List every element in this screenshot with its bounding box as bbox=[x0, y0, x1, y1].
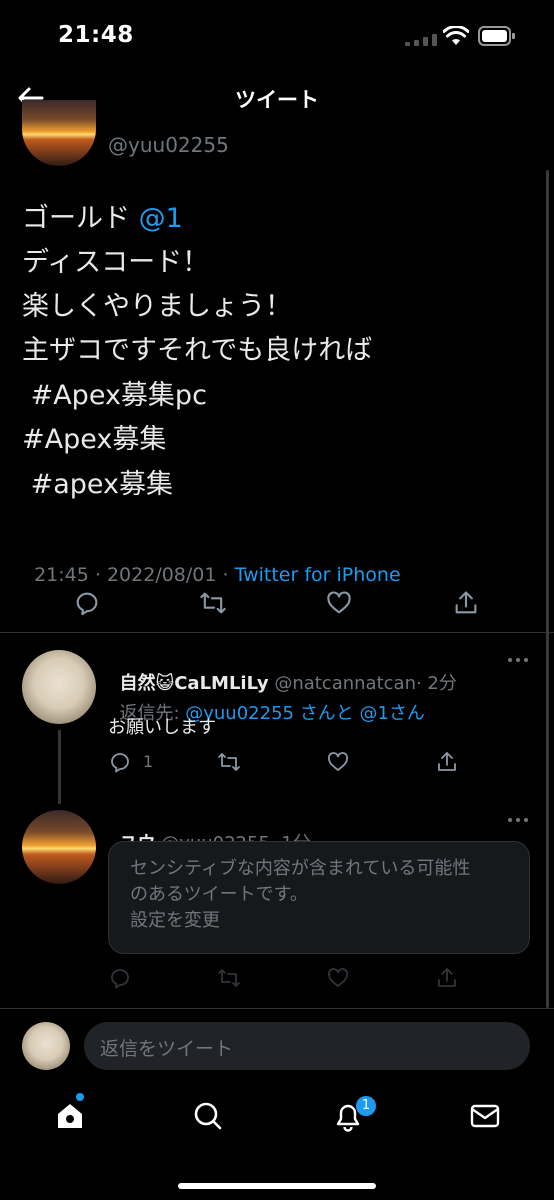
tweet-line-1: ゴールド @1 bbox=[22, 203, 183, 234]
home-indicator bbox=[178, 1183, 376, 1189]
tweet-meta: 21:45 · 2022/08/01 · Twitter for iPhone bbox=[22, 542, 401, 586]
author-handle[interactable]: @yuu02255 bbox=[108, 133, 229, 157]
more-icon[interactable] bbox=[506, 652, 530, 668]
scrollbar[interactable] bbox=[546, 170, 549, 1008]
tweet-line-3: 楽しくやりましょう！ bbox=[22, 291, 292, 322]
home-new-dot bbox=[76, 1093, 84, 1101]
reply-icon[interactable] bbox=[108, 966, 132, 990]
tweet-line-2: ディスコード！ bbox=[22, 247, 210, 278]
retweet-icon[interactable] bbox=[217, 966, 241, 990]
share-icon[interactable] bbox=[435, 750, 459, 774]
divider bbox=[0, 632, 554, 633]
hashtag-link[interactable]: #Apex募集 bbox=[22, 418, 166, 462]
reply-avatar[interactable] bbox=[22, 650, 96, 724]
like-icon[interactable] bbox=[325, 589, 353, 617]
user-avatar[interactable] bbox=[22, 1022, 70, 1070]
status-time: 21:48 bbox=[58, 22, 134, 48]
more-icon[interactable] bbox=[506, 812, 530, 828]
hashtag-link[interactable]: #apex募集 bbox=[22, 463, 173, 507]
reply-icon[interactable] bbox=[108, 750, 132, 774]
reply-avatar[interactable] bbox=[22, 810, 96, 884]
retweet-icon[interactable] bbox=[217, 750, 241, 774]
mention-link[interactable]: @1 bbox=[139, 203, 183, 234]
battery-icon bbox=[478, 26, 515, 46]
sensitive-warning-line-2: のあるツイートです。 bbox=[130, 884, 308, 905]
notification-badge: 1 bbox=[356, 1096, 376, 1116]
reply-icon[interactable] bbox=[73, 589, 101, 617]
divider bbox=[0, 1008, 554, 1009]
wifi-icon bbox=[443, 26, 469, 45]
tweet-timestamp: 21:45 · 2022/08/01 · bbox=[34, 564, 235, 586]
messages-icon[interactable] bbox=[469, 1100, 501, 1132]
mention-link[interactable]: @1 bbox=[359, 703, 388, 724]
retweet-icon[interactable] bbox=[199, 589, 227, 617]
reply-count: 1 bbox=[143, 752, 154, 771]
home-icon[interactable] bbox=[54, 1100, 86, 1132]
author-avatar[interactable] bbox=[22, 100, 96, 166]
like-icon[interactable] bbox=[326, 750, 350, 774]
tweet-source-link[interactable]: Twitter for iPhone bbox=[235, 564, 401, 586]
change-settings-link[interactable]: 設定を変更 bbox=[130, 908, 220, 934]
share-icon[interactable] bbox=[435, 966, 459, 990]
sensitive-warning-line-1: センシティブな内容が含まれている可能性 bbox=[130, 858, 471, 879]
reply-text: お願いします bbox=[108, 717, 216, 738]
like-icon[interactable] bbox=[326, 966, 350, 990]
thread-line bbox=[58, 730, 61, 804]
tweet-line-4: 主ザコですそれでも良ければ bbox=[22, 335, 373, 366]
share-icon[interactable] bbox=[452, 589, 480, 617]
signal-icon bbox=[405, 34, 437, 46]
search-icon[interactable] bbox=[192, 1100, 224, 1132]
hashtag-link[interactable]: #Apex募集pc bbox=[22, 374, 207, 418]
reply-input-placeholder: 返信をツイート bbox=[100, 1038, 234, 1060]
